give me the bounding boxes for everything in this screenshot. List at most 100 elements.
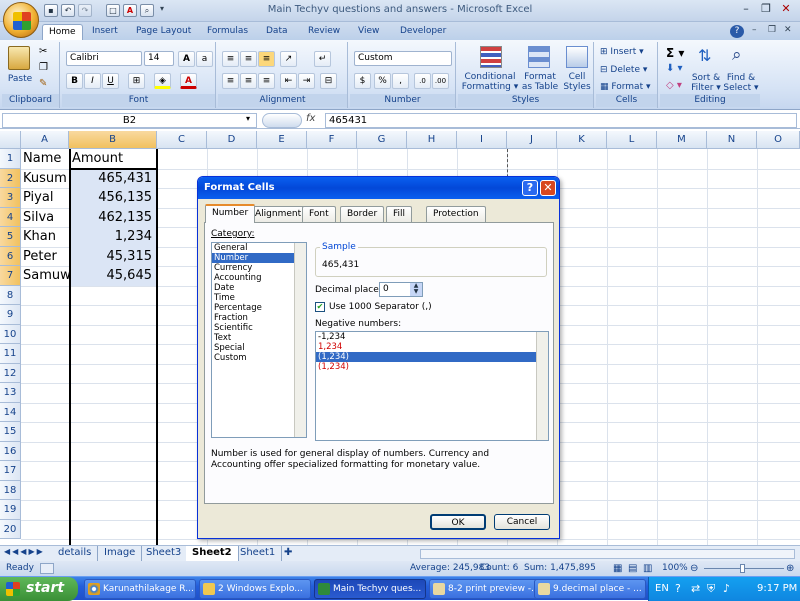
tab-insert[interactable]: Insert [86, 24, 124, 40]
cell-a6[interactable]: Peter [23, 247, 69, 267]
page-break-view-icon[interactable]: ▥ [643, 561, 652, 576]
negative-option-red-parens[interactable]: (1,234) [316, 362, 536, 372]
cancel-button[interactable]: Cancel [494, 514, 550, 530]
dialog-tab-protection[interactable]: Protection [426, 206, 486, 222]
category-item-selected[interactable]: Number [212, 253, 306, 263]
horizontal-scrollbar[interactable] [420, 549, 795, 559]
format-as-table-icon[interactable] [528, 46, 550, 68]
bold-icon[interactable]: B [66, 73, 83, 89]
column-header[interactable]: N [707, 131, 757, 149]
sheet-tab-details[interactable]: details [52, 546, 99, 561]
percent-icon[interactable]: % [374, 73, 391, 89]
currency-icon[interactable]: $ [354, 73, 371, 89]
tab-page-layout[interactable]: Page Layout [130, 24, 197, 40]
cell-a3[interactable]: Piyal [23, 188, 69, 208]
tab-review[interactable]: Review [302, 24, 346, 40]
row-header[interactable]: 2 [0, 168, 21, 188]
sheet-nav-arrows-icon[interactable]: ◀◀◀▶▶ [4, 547, 45, 556]
merge-center-icon[interactable]: ⊟ [320, 73, 337, 89]
sheet-tab-sheet2[interactable]: Sheet2 [186, 546, 239, 561]
sort-filter-button[interactable]: Sort & Filter ▾ [690, 73, 722, 93]
cell-b2[interactable]: 465,431 [72, 169, 152, 189]
row-header[interactable]: 17 [0, 461, 21, 481]
sheet-tab-image[interactable]: Image [98, 546, 143, 561]
tab-data[interactable]: Data [260, 24, 294, 40]
negative-scrollbar[interactable] [536, 332, 548, 440]
format-painter-icon[interactable]: ✎ [39, 78, 47, 89]
row-header[interactable]: 15 [0, 422, 21, 442]
category-list[interactable]: General Number Currency Accounting Date … [211, 242, 307, 438]
category-item[interactable]: General [212, 243, 306, 253]
dialog-tab-alignment[interactable]: Alignment [248, 206, 309, 222]
row-header[interactable]: 8 [0, 285, 21, 305]
insert-function-icon[interactable]: fx [306, 113, 322, 124]
zoom-level[interactable]: 100% [662, 561, 688, 576]
row-header[interactable]: 5 [0, 227, 21, 247]
tab-formulas[interactable]: Formulas [201, 24, 254, 40]
italic-icon[interactable]: I [84, 73, 101, 89]
cell-a2[interactable]: Kusum [23, 169, 69, 189]
bottom-align-icon[interactable]: ≡ [258, 51, 275, 67]
security-icon[interactable]: ⛨ [707, 577, 715, 601]
grow-font-icon[interactable]: A [178, 51, 195, 67]
conditional-formatting-button[interactable]: Conditional Formatting ▾ [458, 72, 522, 92]
tab-home[interactable]: Home [42, 24, 83, 40]
borders-icon[interactable]: ⊞ [128, 73, 145, 89]
comma-style-icon[interactable]: , [392, 73, 409, 89]
column-header[interactable]: B [69, 131, 157, 149]
find-select-icon[interactable]: ⌕ [732, 45, 742, 65]
redo-icon[interactable]: ↷ [78, 4, 92, 17]
cell-a5[interactable]: Khan [23, 227, 69, 247]
row-header[interactable]: 3 [0, 188, 21, 208]
zoom-in-icon[interactable]: ⊕ [786, 561, 794, 576]
cut-icon[interactable]: ✂ [39, 46, 47, 57]
category-item[interactable]: Scientific [212, 323, 306, 333]
column-header[interactable]: A [21, 131, 69, 149]
sheet-tab-sheet1[interactable]: Sheet1 [234, 546, 283, 561]
minimize-icon[interactable]: – [736, 2, 756, 18]
row-header[interactable]: 20 [0, 519, 21, 539]
help-tray-icon[interactable]: ? [675, 577, 681, 601]
shrink-font-icon[interactable]: a [196, 51, 213, 67]
row-header[interactable]: 11 [0, 344, 21, 364]
volume-icon[interactable]: ♪ [723, 577, 730, 601]
paste-icon[interactable] [8, 46, 30, 70]
category-item[interactable]: Custom [212, 353, 306, 363]
row-header[interactable]: 4 [0, 207, 21, 227]
copy-icon[interactable]: ❐ [39, 62, 48, 73]
increase-decimal-icon[interactable]: .0 [414, 73, 431, 89]
delete-button[interactable]: ⊟ Delete ▾ [600, 65, 647, 75]
category-item[interactable]: Special [212, 343, 306, 353]
column-header[interactable]: F [307, 131, 357, 149]
font-color-icon[interactable]: A [180, 73, 197, 89]
category-scrollbar[interactable] [294, 243, 306, 437]
row-header[interactable]: 1 [0, 149, 21, 169]
category-item[interactable]: Date [212, 283, 306, 293]
font-color-icon[interactable]: A [123, 4, 137, 17]
column-header[interactable]: H [407, 131, 457, 149]
column-header[interactable]: J [507, 131, 557, 149]
dialog-tab-font[interactable]: Font [302, 206, 336, 222]
font-name-select[interactable]: Calibri [66, 51, 142, 66]
column-header[interactable]: D [207, 131, 257, 149]
zoom-out-icon[interactable]: ⊖ [690, 561, 698, 576]
category-item[interactable]: Accounting [212, 273, 306, 283]
cell-styles-icon[interactable] [566, 46, 588, 68]
column-header[interactable]: O [757, 131, 800, 149]
font-size-select[interactable]: 14 [144, 51, 174, 66]
decimal-spinner-icon[interactable]: ▲ ▼ [410, 283, 422, 296]
top-align-icon[interactable]: ≡ [222, 51, 239, 67]
dialog-tab-number[interactable]: Number [205, 204, 256, 223]
undo-icon[interactable]: ↶ [61, 4, 75, 17]
normal-view-icon[interactable]: ▦ [613, 561, 622, 576]
align-center-icon[interactable]: ≡ [240, 73, 257, 89]
number-format-select[interactable]: Custom [354, 51, 452, 66]
formula-input[interactable]: 465431 [325, 113, 797, 128]
row-header[interactable]: 9 [0, 305, 21, 325]
align-left-icon[interactable]: ≡ [222, 73, 239, 89]
column-header[interactable]: G [357, 131, 407, 149]
column-header[interactable]: K [557, 131, 607, 149]
fill-icon[interactable]: ⬇ ▾ [666, 63, 683, 74]
orientation-icon[interactable]: ↗ [280, 51, 297, 67]
cell-b4[interactable]: 462,135 [72, 208, 152, 228]
